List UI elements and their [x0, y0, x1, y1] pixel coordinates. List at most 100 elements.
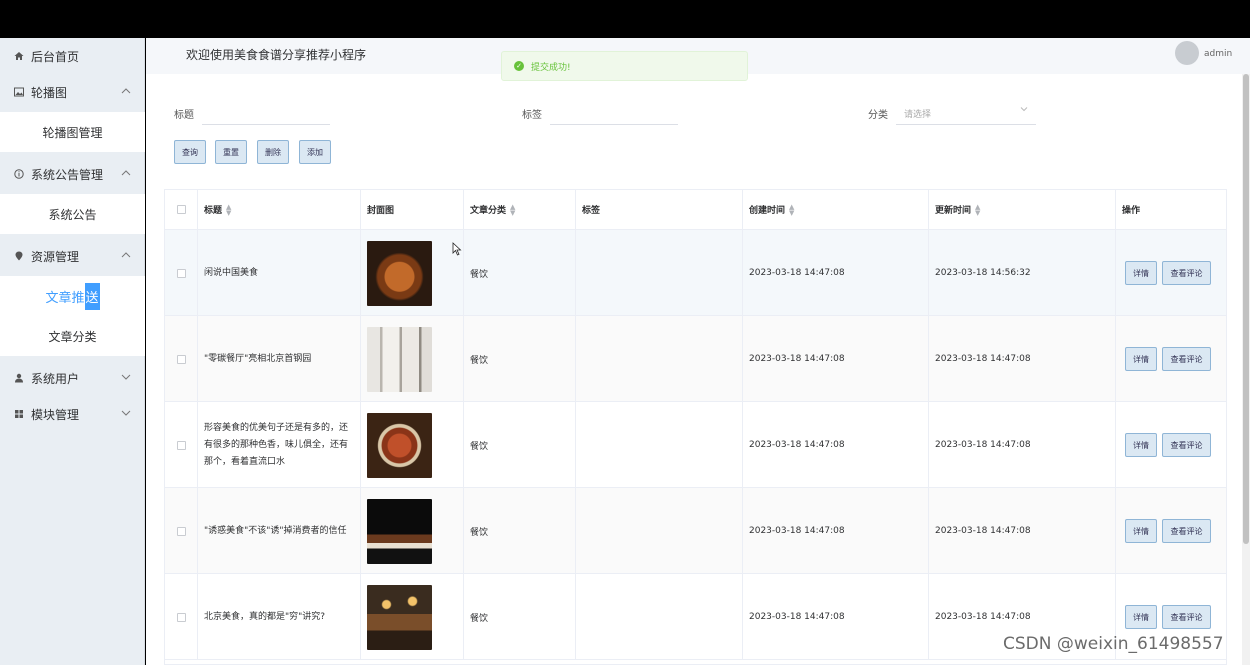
- cover-image[interactable]: [367, 584, 432, 650]
- cover-image[interactable]: [367, 326, 432, 392]
- sidebar-subitem-carousel-manage[interactable]: 轮播图管理: [0, 112, 145, 152]
- sidebar-item-resource-manage[interactable]: 资源管理: [0, 238, 145, 274]
- view-comments-button[interactable]: 查看评论: [1162, 519, 1211, 543]
- grid-icon: [14, 409, 24, 419]
- detail-button[interactable]: 详情: [1125, 347, 1157, 371]
- row-tags-cell: [576, 488, 743, 574]
- row-select-cell: [165, 230, 198, 316]
- cover-image[interactable]: [367, 412, 432, 478]
- row-cover-cell: [361, 488, 464, 574]
- username[interactable]: admin: [1204, 49, 1232, 59]
- check-circle-icon: ✓: [514, 61, 524, 71]
- sidebar-subitem-label: 系统公告: [48, 207, 97, 222]
- sidebar-subitem-article-push[interactable]: 文章推送: [0, 276, 145, 316]
- row-created-cell: 2023-03-18 14:47:08: [743, 574, 929, 660]
- row-actions-cell: 详情 查看评论: [1116, 488, 1226, 574]
- row-title: "零碳餐厅"亮相北京首钢园: [204, 353, 312, 364]
- filter-category-label: 分类: [868, 110, 888, 121]
- sidebar-item-module-manage[interactable]: 模块管理: [0, 396, 145, 432]
- row-title-cell: "诱惑美食"不该"诱"掉消费者的信任: [198, 488, 361, 574]
- success-toast: ✓ 提交成功!: [501, 51, 748, 81]
- column-header-label: 文章分类: [470, 206, 507, 216]
- row-title: 闲说中国美食: [204, 267, 259, 278]
- sidebar-item-carousel[interactable]: 轮播图: [0, 74, 145, 110]
- view-comments-button[interactable]: 查看评论: [1162, 347, 1211, 371]
- row-title-cell: 闲说中国美食: [198, 230, 361, 316]
- column-header-created[interactable]: 创建时间 ▲ ▼: [743, 190, 929, 230]
- toast-message: 提交成功!: [531, 62, 571, 73]
- row-tags-cell: [576, 316, 743, 402]
- detail-button[interactable]: 详情: [1125, 433, 1157, 457]
- query-button[interactable]: 查询: [174, 140, 206, 164]
- filter-title-input[interactable]: [202, 101, 330, 125]
- cover-image[interactable]: [367, 498, 432, 564]
- row-cover-cell: [361, 574, 464, 660]
- row-checkbox[interactable]: [176, 268, 186, 278]
- detail-button[interactable]: 详情: [1125, 605, 1157, 629]
- scrollbar[interactable]: [1242, 74, 1250, 665]
- row-checkbox[interactable]: [176, 612, 186, 622]
- chevron-up-icon: [121, 169, 131, 179]
- scrollbar-thumb[interactable]: [1243, 74, 1249, 544]
- sidebar-subitem-notice[interactable]: 系统公告: [0, 194, 145, 234]
- select-all-checkbox[interactable]: [176, 205, 186, 214]
- row-category-cell: 餐饮: [464, 488, 576, 574]
- row-updated: 2023-03-18 14:56:32: [935, 268, 1031, 278]
- column-header-cover: 封面图: [361, 190, 464, 230]
- view-comments-button[interactable]: 查看评论: [1162, 261, 1211, 285]
- row-select-cell: [165, 316, 198, 402]
- articles-table: 标题 ▲ ▼ 封面图 文章分类 ▲ ▼ 标签 创建时间 ▲ ▼ 更新时间 ▲ ▼ 操作 …: [164, 189, 1227, 665]
- column-header-updated[interactable]: 更新时间 ▲ ▼: [929, 190, 1116, 230]
- column-header-label: 标签: [582, 206, 601, 216]
- filter-tag-input[interactable]: [550, 101, 678, 125]
- table-row: 形容美食的优美句子还是有多的，还有很多的那种色香，味儿俱全，还有那个，看着直流口…: [165, 402, 1226, 488]
- row-category: 餐饮: [470, 269, 489, 280]
- row-title-cell: "零碳餐厅"亮相北京首钢园: [198, 316, 361, 402]
- avatar[interactable]: [1175, 41, 1199, 65]
- sort-icon[interactable]: ▲ ▼: [975, 203, 980, 216]
- sidebar-subitem-label-highlight: 送: [84, 282, 100, 310]
- row-created-cell: 2023-03-18 14:47:08: [743, 316, 929, 402]
- sidebar-subitem-article-category[interactable]: 文章分类: [0, 316, 145, 356]
- delete-button[interactable]: 删除: [257, 140, 289, 164]
- row-created: 2023-03-18 14:47:08: [749, 268, 845, 278]
- row-checkbox[interactable]: [176, 440, 186, 450]
- sort-icon[interactable]: ▲ ▼: [510, 203, 515, 216]
- column-header-label: 标题: [204, 206, 223, 216]
- row-created: 2023-03-18 14:47:08: [749, 612, 845, 622]
- detail-button[interactable]: 详情: [1125, 519, 1157, 543]
- sidebar-item-home[interactable]: 后台首页: [0, 38, 145, 74]
- column-header-title[interactable]: 标题 ▲ ▼: [198, 190, 361, 230]
- sidebar-item-label: 系统公告管理: [31, 167, 104, 182]
- home-icon: [14, 51, 24, 61]
- sort-icon[interactable]: ▲ ▼: [226, 203, 231, 216]
- filter-category-select[interactable]: 请选择: [896, 101, 1036, 125]
- row-updated-cell: 2023-03-18 14:47:08: [929, 488, 1116, 574]
- row-checkbox[interactable]: [176, 526, 186, 536]
- add-button[interactable]: 添加: [299, 140, 331, 164]
- view-comments-button[interactable]: 查看评论: [1162, 433, 1211, 457]
- sort-icon[interactable]: ▲ ▼: [789, 203, 794, 216]
- chevron-down-icon: [1020, 105, 1028, 116]
- row-created: 2023-03-18 14:47:08: [749, 526, 845, 536]
- sidebar-item-system-users[interactable]: 系统用户: [0, 360, 145, 396]
- mouse-cursor-icon: [452, 241, 462, 260]
- row-category-cell: 餐饮: [464, 574, 576, 660]
- table-row: "零碳餐厅"亮相北京首钢园 餐饮 2023-03-18 14:47:08 202…: [165, 316, 1226, 402]
- reset-button[interactable]: 重置: [215, 140, 247, 164]
- row-checkbox[interactable]: [176, 354, 186, 364]
- row-category-cell: 餐饮: [464, 230, 576, 316]
- column-header-label: 更新时间: [935, 206, 972, 216]
- chevron-up-icon: [121, 87, 131, 97]
- column-header-category[interactable]: 文章分类 ▲ ▼: [464, 190, 576, 230]
- row-updated-cell: 2023-03-18 14:56:32: [929, 230, 1116, 316]
- detail-button[interactable]: 详情: [1125, 261, 1157, 285]
- view-comments-button[interactable]: 查看评论: [1162, 605, 1211, 629]
- page-title: 欢迎使用美食食谱分享推荐小程序: [186, 48, 367, 62]
- row-category: 餐饮: [470, 355, 489, 366]
- sidebar-item-notice-manage[interactable]: 系统公告管理: [0, 156, 145, 192]
- cover-image[interactable]: [367, 240, 432, 306]
- row-select-cell: [165, 402, 198, 488]
- row-category-cell: 餐饮: [464, 402, 576, 488]
- column-header-label: 封面图: [367, 206, 395, 216]
